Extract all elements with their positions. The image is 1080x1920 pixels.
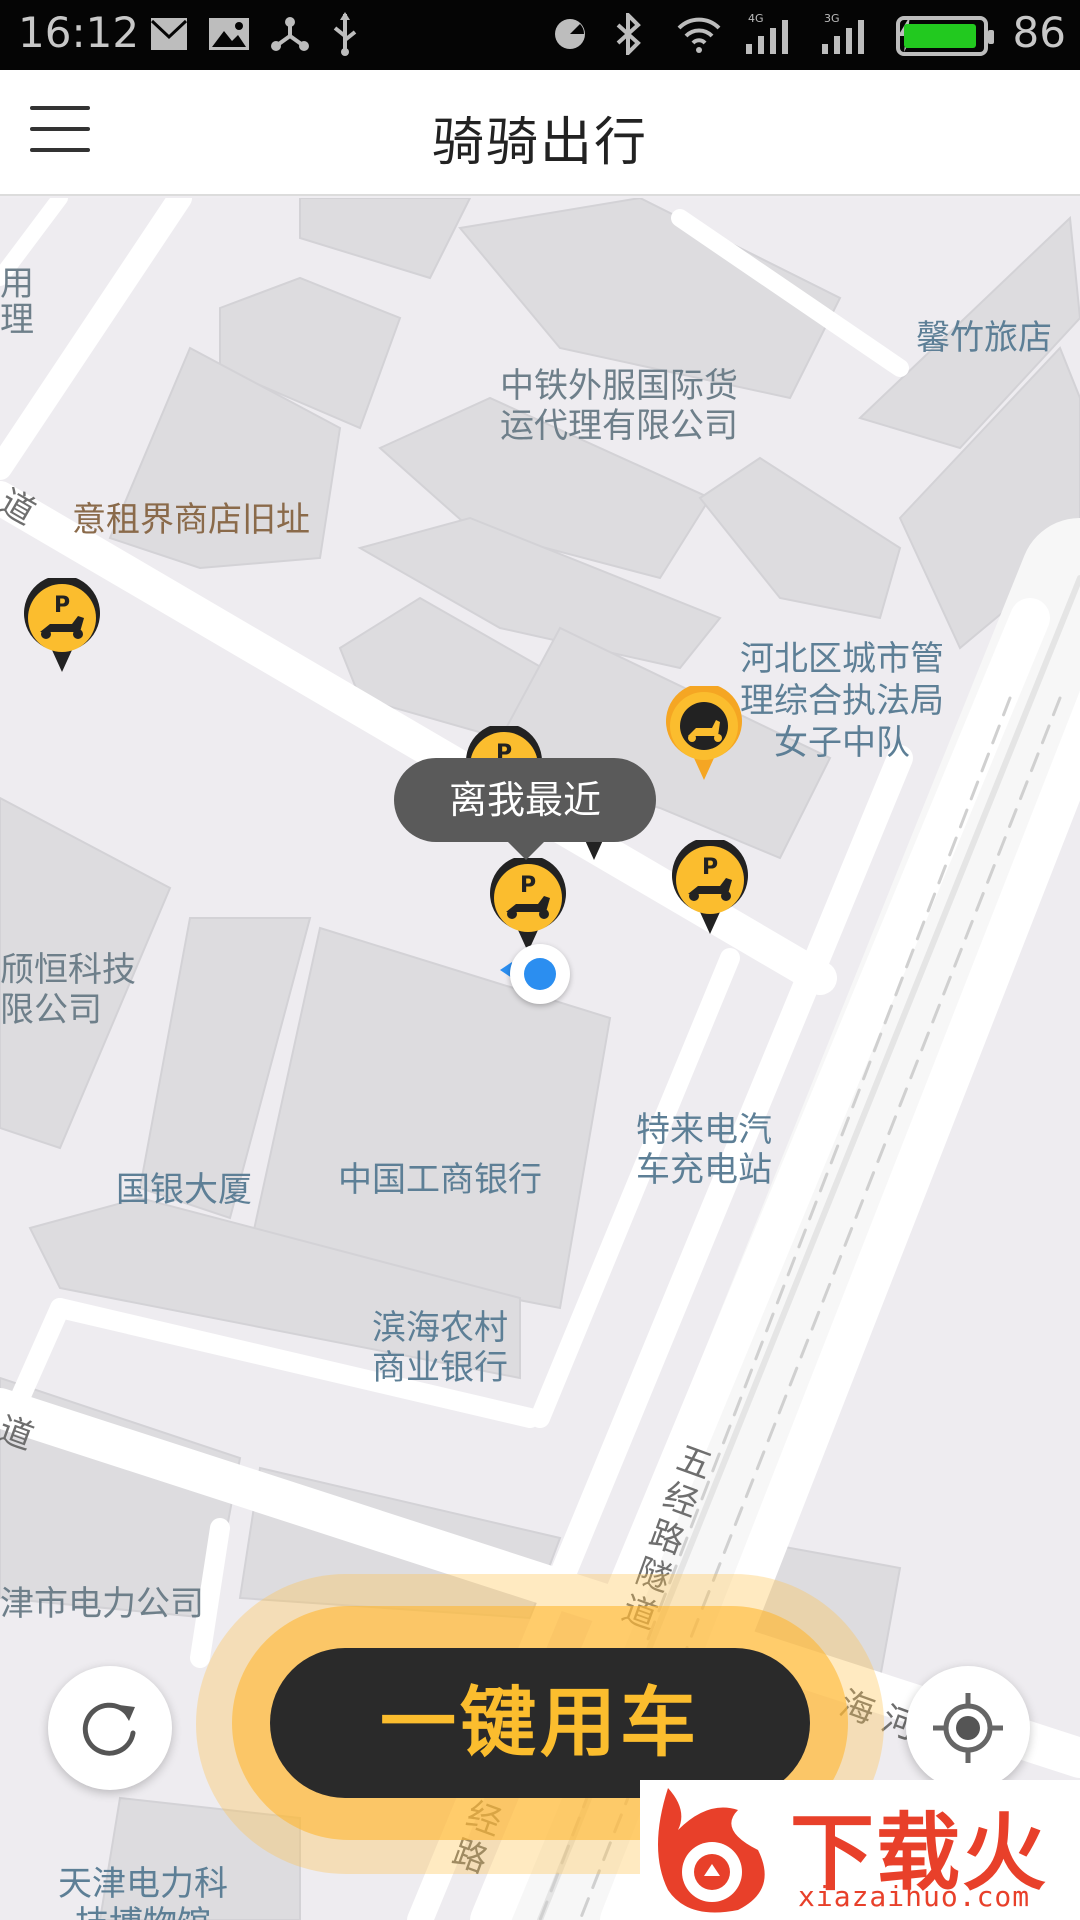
status-time: 16:12 xyxy=(18,8,140,57)
refresh-icon xyxy=(82,1702,136,1756)
svg-text:P: P xyxy=(702,855,718,880)
bike-pin[interactable] xyxy=(664,683,744,782)
poi-label[interactable]: 中铁外服国际货 运代理有限公司 xyxy=(500,366,738,446)
page-title: 骑骑出行 xyxy=(431,113,648,173)
one-tap-ride-button[interactable]: 一键用车 xyxy=(270,1648,810,1798)
bluetooth-icon xyxy=(614,12,642,56)
poi-label[interactable]: 河北区城市管 理综合执法局 女子中队 xyxy=(740,638,944,764)
wifi-icon xyxy=(676,12,722,56)
app-header: 骑骑出行 xyxy=(0,70,1080,196)
map-view[interactable]: 馨竹旅店 中铁外服国际货 运代理有限公司 意租界商店旧址 河北区城市管 理综合执… xyxy=(0,198,1080,1920)
road-label: 用 理 xyxy=(0,264,34,340)
svg-text:P: P xyxy=(54,593,70,618)
usb-icon xyxy=(330,12,360,56)
poi-label[interactable]: 馨竹旅店 xyxy=(916,318,1052,358)
signal-4g-icon: 4G xyxy=(744,12,800,56)
battery-fill xyxy=(904,24,976,48)
watermark-logo: 下载火 xiazaihuo.com xyxy=(640,1780,1080,1920)
mail-icon xyxy=(150,12,188,56)
image-icon xyxy=(208,12,250,56)
battery-percent: 86 xyxy=(1012,8,1066,57)
poi-label[interactable]: 意租界商店旧址 xyxy=(72,500,310,540)
locate-button[interactable] xyxy=(906,1666,1030,1790)
signal-3g-icon: 3G xyxy=(820,12,876,56)
current-location-marker xyxy=(510,944,570,1004)
status-bar: 16:12 4G 3G 86 xyxy=(0,0,1080,70)
parking-bike-pin[interactable]: P xyxy=(670,837,750,936)
flame-logo-icon xyxy=(658,1788,765,1913)
svg-text:P: P xyxy=(520,873,536,898)
poi-label[interactable]: 国银大厦 xyxy=(116,1170,252,1210)
battery-icon xyxy=(896,16,994,56)
parking-bike-pin[interactable]: P xyxy=(488,855,568,954)
poi-label[interactable]: 津市电力公司 xyxy=(0,1584,204,1624)
alarm-icon xyxy=(552,12,588,56)
parking-bike-pin[interactable]: P xyxy=(22,575,102,674)
watermark-url: xiazaihuo.com xyxy=(798,1880,1031,1913)
poi-label[interactable]: 中国工商银行 xyxy=(338,1160,542,1200)
poi-label[interactable]: 滨海农村 商业银行 xyxy=(372,1308,508,1388)
svg-text:3G: 3G xyxy=(824,12,840,25)
poi-label[interactable]: 特来电汽 车充电站 xyxy=(636,1110,772,1190)
network-4g-label: 4G xyxy=(748,12,764,25)
poi-label[interactable]: 天津电力科 技博物馆 xyxy=(58,1864,228,1920)
poi-label[interactable]: 颀恒科技 限公司 xyxy=(0,950,136,1030)
locate-target-icon xyxy=(933,1693,1003,1763)
nearest-tooltip: 离我最近 xyxy=(394,758,656,860)
refresh-button[interactable] xyxy=(48,1666,172,1790)
share-icon xyxy=(270,12,310,56)
